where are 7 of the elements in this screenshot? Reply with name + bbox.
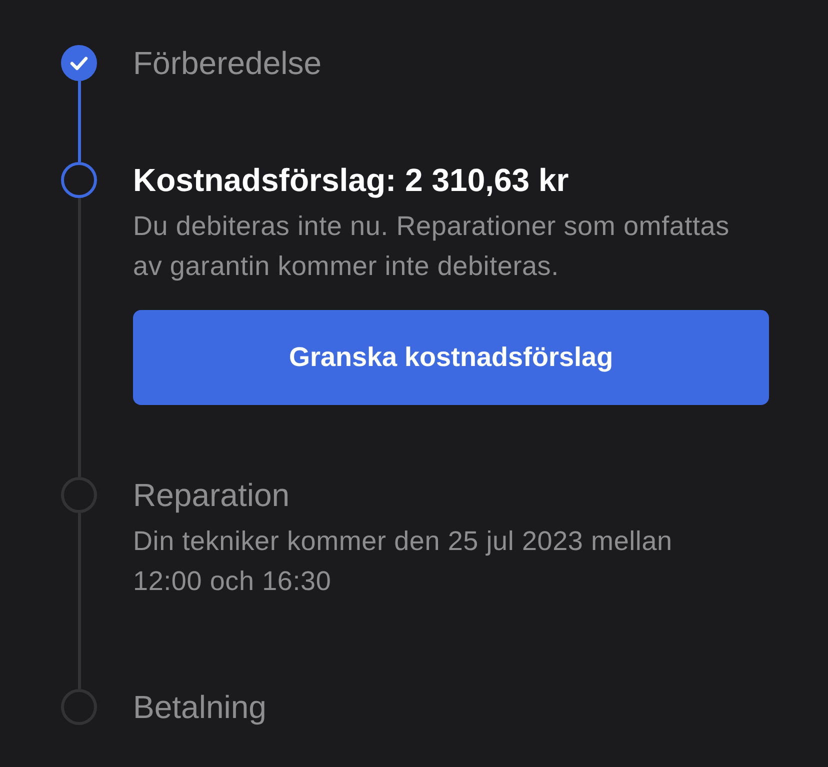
step-title: Reparation <box>133 477 291 513</box>
step-title: Kostnadsförslag: 2 310,63 kr <box>133 162 570 198</box>
step-title: Betalning <box>133 689 268 725</box>
step-description: Din tekniker kommer den 25 jul 2023 mellan 12:00 och 16:30 <box>133 525 674 598</box>
review-estimate-button[interactable]: Granska kostnadsförslag <box>133 310 769 405</box>
step-title: Förberedelse <box>133 45 323 81</box>
step-description: Du debiteras inte nu. Reparationer som omfattas av garantin kommer inte debiteras. <box>133 210 730 283</box>
